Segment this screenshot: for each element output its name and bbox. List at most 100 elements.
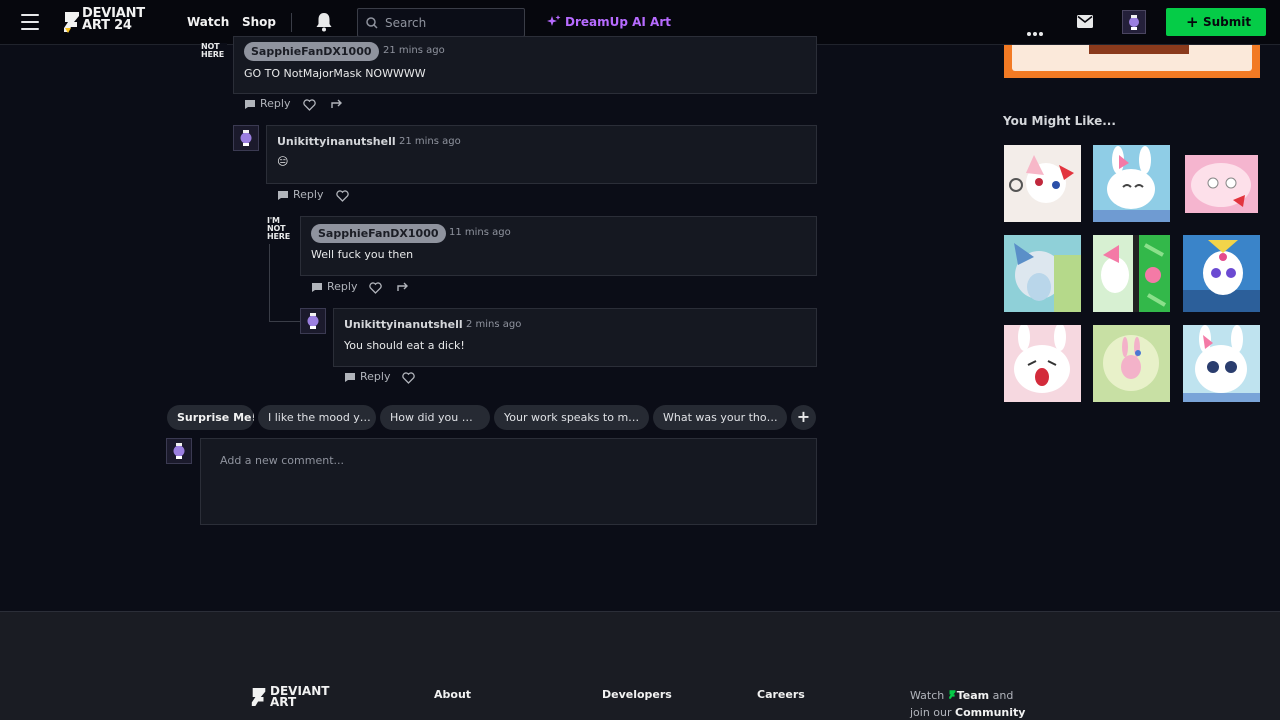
comment-actions: Reply <box>310 280 430 296</box>
suggestion-chip[interactable]: I like the mood y… <box>258 405 376 430</box>
thread-line <box>269 244 270 322</box>
thumbnail-image <box>1183 325 1260 402</box>
recommended-thumbnail[interactable] <box>1183 235 1260 312</box>
footer-logo[interactable]: DEVIANT ART <box>250 684 340 710</box>
comment-bubble: SapphieFanDX1000 11 mins ago Well fuck y… <box>300 216 817 276</box>
footer-watch-prefix: Watch <box>910 689 945 702</box>
suggestion-chip[interactable]: Your work speaks to m… <box>494 405 649 430</box>
reply-button[interactable]: Reply <box>293 188 323 201</box>
advertisement-banner[interactable] <box>1004 45 1260 78</box>
thread-line <box>269 321 301 322</box>
thumbnail-image <box>1093 145 1170 222</box>
nav-watch[interactable]: Watch <box>187 15 229 29</box>
recommended-thumbnail[interactable] <box>1183 325 1260 402</box>
quote-reply-icon[interactable] <box>396 282 409 294</box>
deviantart-mark-icon <box>251 688 266 706</box>
menu-icon[interactable] <box>21 14 39 30</box>
reply-icon[interactable] <box>311 282 323 293</box>
comment-avatar[interactable] <box>300 308 326 334</box>
you-might-like-heading: You Might Like... <box>1003 114 1116 128</box>
reply-button[interactable]: Reply <box>360 370 390 383</box>
nav-shop[interactable]: Shop <box>242 15 276 29</box>
footer-about-link[interactable]: About <box>434 688 471 701</box>
footer-watch-and: and <box>992 689 1014 702</box>
avatar-character-icon <box>234 126 258 150</box>
heart-icon[interactable] <box>336 190 349 202</box>
logo-text: DEVIANT ART 24 <box>82 7 145 33</box>
recommended-thumbnail[interactable] <box>1093 145 1170 222</box>
comment-time[interactable]: 2 mins ago <box>466 319 521 330</box>
more-options-icon[interactable] <box>1027 21 1045 40</box>
footer-watch-team: Watch Team and <box>910 689 1013 702</box>
comment-avatar[interactable]: I'M NOT HERE <box>267 217 293 243</box>
plus-icon: + <box>1186 13 1199 31</box>
comment-avatar[interactable]: NOT HERE <box>201 43 227 69</box>
logo-accent-icon <box>65 28 71 33</box>
reply-icon[interactable] <box>277 190 289 201</box>
comment-avatar[interactable] <box>233 125 259 151</box>
comment-time[interactable]: 21 mins ago <box>383 45 445 56</box>
thumbnail-image <box>1004 325 1081 402</box>
footer-careers-link[interactable]: Careers <box>757 688 805 701</box>
thumbnail-image <box>1093 325 1170 402</box>
new-comment-input[interactable]: Add a new comment... <box>200 438 817 525</box>
comment-username[interactable]: SapphieFanDX1000 <box>244 42 379 61</box>
comment-username[interactable]: Unikittyinanutshell <box>277 135 396 148</box>
reply-icon[interactable] <box>344 372 356 383</box>
submit-label: Submit <box>1203 15 1252 29</box>
recommended-thumbnail[interactable] <box>1093 325 1170 402</box>
comment-text: 😑 <box>277 155 289 168</box>
thumbnail-image <box>1183 235 1260 312</box>
ad-panel <box>1012 45 1252 71</box>
comment-time[interactable]: 21 mins ago <box>399 136 461 147</box>
comment-text: GO TO NotMajorMask NOWWWW <box>244 67 426 80</box>
sparkle-icon <box>547 15 561 26</box>
recommended-thumbnail[interactable] <box>1004 145 1081 222</box>
search-placeholder: Search <box>385 16 427 30</box>
heart-icon[interactable] <box>402 372 415 384</box>
logo-line-2: ART 24 <box>82 18 132 33</box>
avatar-text-line: HERE <box>267 232 290 241</box>
add-suggestion-button[interactable]: + <box>791 405 816 430</box>
recommended-thumbnail[interactable] <box>1183 145 1260 222</box>
search-input[interactable]: Search <box>357 8 525 37</box>
footer-developers-link[interactable]: Developers <box>602 688 672 701</box>
suggestion-chip[interactable]: How did you … <box>380 405 490 430</box>
reply-button[interactable]: Reply <box>327 280 357 293</box>
nav-divider <box>291 13 292 32</box>
search-icon <box>366 17 378 29</box>
mail-icon[interactable] <box>1077 15 1093 28</box>
thumbnail-image <box>1004 235 1081 312</box>
footer-team-link[interactable]: Team <box>957 689 989 702</box>
reply-button[interactable]: Reply <box>260 97 290 110</box>
footer-join-community: join our Community <box>910 706 1025 719</box>
new-comment-placeholder: Add a new comment... <box>220 454 345 467</box>
comment-username[interactable]: SapphieFanDX1000 <box>311 224 446 243</box>
avatar-character-icon <box>1123 11 1145 33</box>
comment-text: Well fuck you then <box>311 248 414 261</box>
comment-username[interactable]: Unikittyinanutshell <box>344 318 463 331</box>
heart-icon[interactable] <box>303 99 316 111</box>
submit-button[interactable]: + Submit <box>1166 8 1266 36</box>
suggestion-chip[interactable]: Surprise Me! <box>167 405 254 430</box>
comment-text: You should eat a dick! <box>344 339 465 352</box>
comment-bubble: Unikittyinanutshell 2 mins ago You shoul… <box>333 308 817 367</box>
comment-bubble: Unikittyinanutshell 21 mins ago 😑 <box>266 125 817 184</box>
quote-reply-icon[interactable] <box>330 99 343 111</box>
recommended-thumbnail[interactable] <box>1004 325 1081 402</box>
suggestion-chip[interactable]: What was your tho… <box>653 405 787 430</box>
user-avatar[interactable] <box>1122 10 1146 34</box>
comment-actions: Reply <box>243 97 363 113</box>
heart-icon[interactable] <box>369 282 382 294</box>
reply-icon[interactable] <box>244 99 256 110</box>
footer-logo-text: DEVIANT ART <box>270 685 329 709</box>
footer-community-link[interactable]: Community <box>955 706 1025 719</box>
recommended-thumbnail[interactable] <box>1093 235 1170 312</box>
thumbnail-image <box>1093 235 1170 312</box>
recommended-thumbnail[interactable] <box>1004 235 1081 312</box>
bell-icon[interactable] <box>315 12 333 32</box>
footer-logo-line-2: ART <box>270 695 297 709</box>
footer-join-prefix: join our <box>910 706 952 719</box>
comment-time[interactable]: 11 mins ago <box>449 227 511 238</box>
current-user-avatar <box>166 438 192 464</box>
